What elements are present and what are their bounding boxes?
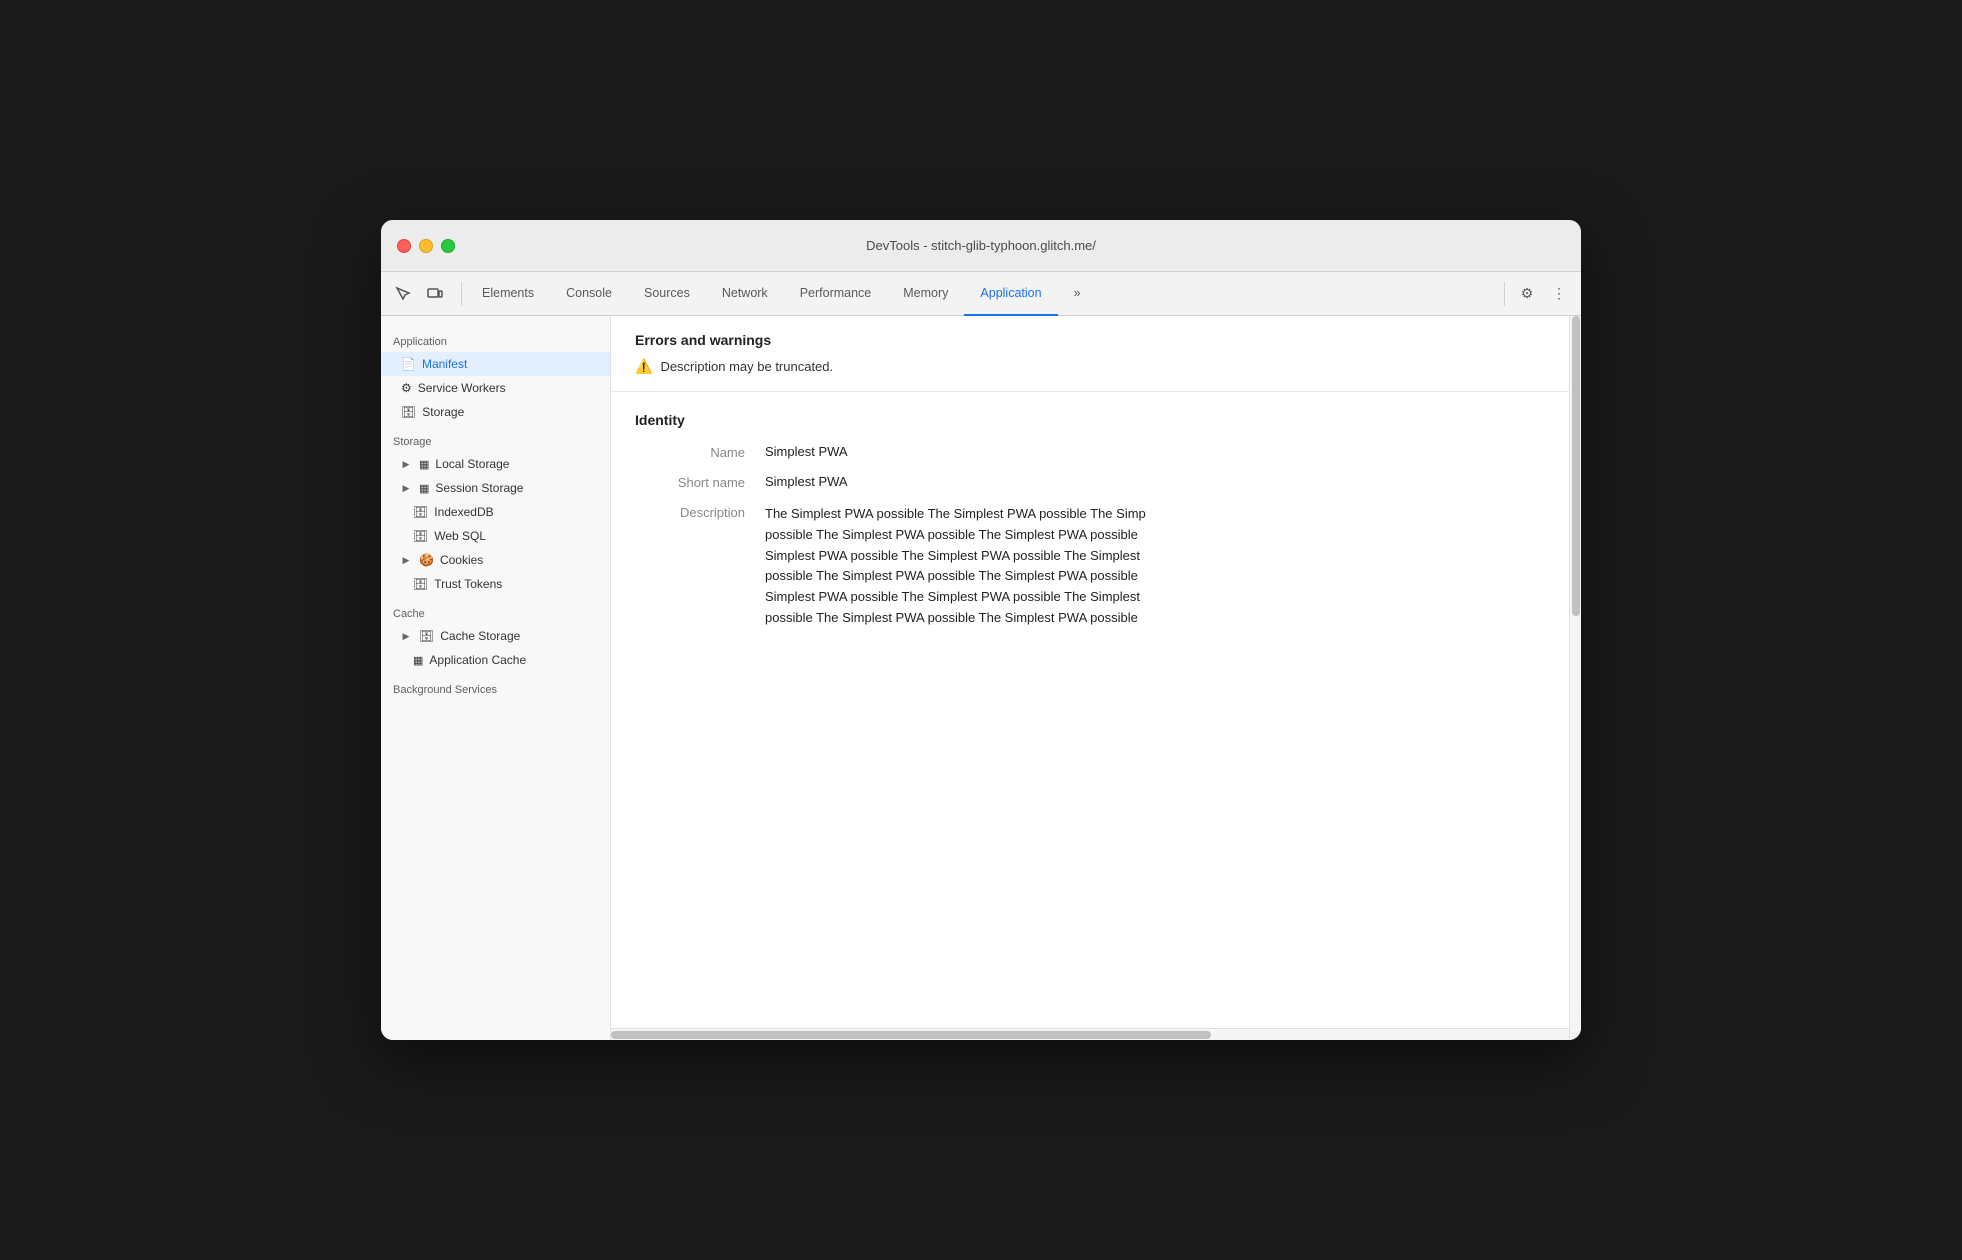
identity-row-description: Description The Simplest PWA possible Th… xyxy=(635,504,1545,629)
vertical-scrollbar[interactable] xyxy=(1569,316,1581,1040)
titlebar: DevTools - stitch-glib-typhoon.glitch.me… xyxy=(381,220,1581,272)
close-button[interactable] xyxy=(397,239,411,253)
horizontal-scrollbar[interactable] xyxy=(611,1028,1569,1040)
toolbar-divider xyxy=(461,282,462,306)
sidebar-section-storage: Storage xyxy=(381,424,610,452)
sidebar-item-application-cache[interactable]: ▦ Application Cache xyxy=(381,648,610,672)
desc-line4: possible The Simplest PWA possible The S… xyxy=(765,566,1545,587)
warning-text: Description may be truncated. xyxy=(660,359,833,374)
sidebar-item-cache-storage[interactable]: ▶ 🗄 Cache Storage xyxy=(381,624,610,648)
expand-icon-session-storage: ▶ xyxy=(401,483,411,493)
errors-title: Errors and warnings xyxy=(635,332,1545,348)
content-area: Errors and warnings ⚠️ Description may b… xyxy=(611,316,1581,1040)
cookies-icon: 🍪 xyxy=(419,553,434,567)
sidebar-item-label-application-cache: Application Cache xyxy=(429,653,526,667)
sidebar-item-label-web-sql: Web SQL xyxy=(434,529,486,543)
manifest-icon: 📄 xyxy=(401,357,416,371)
sidebar-item-label-trust-tokens: Trust Tokens xyxy=(434,577,502,591)
sidebar-item-service-workers[interactable]: ⚙ Service Workers xyxy=(381,376,610,400)
tab-memory[interactable]: Memory xyxy=(887,272,964,316)
desc-line6: possible The Simplest PWA possible The S… xyxy=(765,608,1545,629)
sidebar-item-label-indexeddb: IndexedDB xyxy=(434,505,493,519)
desc-line1: The Simplest PWA possible The Simplest P… xyxy=(765,504,1545,525)
settings-button[interactable]: ⚙ xyxy=(1513,280,1541,308)
sidebar-item-indexeddb[interactable]: 🗄 IndexedDB xyxy=(381,500,610,524)
sidebar-item-label-cache-storage: Cache Storage xyxy=(440,629,520,643)
toolbar-icons xyxy=(389,280,449,308)
minimize-button[interactable] xyxy=(419,239,433,253)
toolbar: Elements Console Sources Network Perform… xyxy=(381,272,1581,316)
sidebar-item-cookies[interactable]: ▶ 🍪 Cookies xyxy=(381,548,610,572)
sidebar-item-local-storage[interactable]: ▶ ▦ Local Storage xyxy=(381,452,610,476)
indexeddb-icon: 🗄 xyxy=(413,505,428,519)
toolbar-right: ⚙ ⋮ xyxy=(1500,280,1573,308)
short-name-value: Simplest PWA xyxy=(765,474,1545,490)
description-label: Description xyxy=(635,504,765,629)
maximize-button[interactable] xyxy=(441,239,455,253)
local-storage-icon: ▦ xyxy=(419,458,429,471)
device-toggle-icon[interactable] xyxy=(421,280,449,308)
more-options-button[interactable]: ⋮ xyxy=(1545,280,1573,308)
v-scrollbar-thumb xyxy=(1572,316,1580,616)
sidebar-section-background: Background Services xyxy=(381,672,610,700)
inspect-icon[interactable] xyxy=(389,280,417,308)
sidebar-section-cache: Cache xyxy=(381,596,610,624)
sidebar-item-label-cookies: Cookies xyxy=(440,553,483,567)
sidebar-section-application: Application xyxy=(381,324,610,352)
tabs: Elements Console Sources Network Perform… xyxy=(466,272,1500,316)
sidebar-item-label-storage-app: Storage xyxy=(422,405,464,419)
identity-section: Identity Name Simplest PWA Short name Si… xyxy=(611,392,1569,663)
tab-performance[interactable]: Performance xyxy=(784,272,888,316)
traffic-lights xyxy=(397,239,455,253)
web-sql-icon: 🗄 xyxy=(413,529,428,543)
h-scrollbar-thumb xyxy=(611,1031,1211,1039)
sidebar-item-storage-app[interactable]: 🗄 Storage xyxy=(381,400,610,424)
content-panel: Errors and warnings ⚠️ Description may b… xyxy=(611,316,1569,1040)
main-content: Application 📄 Manifest ⚙ Service Workers… xyxy=(381,316,1581,1040)
warning-icon: ⚠️ xyxy=(635,358,652,375)
tab-console[interactable]: Console xyxy=(550,272,628,316)
sidebar-item-manifest[interactable]: 📄 Manifest xyxy=(381,352,610,376)
cache-storage-icon: 🗄 xyxy=(419,629,434,643)
sidebar-item-trust-tokens[interactable]: 🗄 Trust Tokens xyxy=(381,572,610,596)
tab-network[interactable]: Network xyxy=(706,272,784,316)
trust-tokens-icon: 🗄 xyxy=(413,577,428,591)
expand-icon-local-storage: ▶ xyxy=(401,459,411,469)
warning-row: ⚠️ Description may be truncated. xyxy=(635,358,1545,375)
desc-line2: possible The Simplest PWA possible The S… xyxy=(765,525,1545,546)
sidebar: Application 📄 Manifest ⚙ Service Workers… xyxy=(381,316,611,1040)
tab-sources[interactable]: Sources xyxy=(628,272,706,316)
application-cache-icon: ▦ xyxy=(413,654,423,667)
sidebar-item-web-sql[interactable]: 🗄 Web SQL xyxy=(381,524,610,548)
devtools-window: DevTools - stitch-glib-typhoon.glitch.me… xyxy=(381,220,1581,1040)
toolbar-separator xyxy=(1504,282,1505,306)
window-title: DevTools - stitch-glib-typhoon.glitch.me… xyxy=(866,238,1096,253)
sidebar-item-label-session-storage: Session Storage xyxy=(435,481,523,495)
desc-line3: Simplest PWA possible The Simplest PWA p… xyxy=(765,546,1545,567)
tab-elements[interactable]: Elements xyxy=(466,272,550,316)
description-value: The Simplest PWA possible The Simplest P… xyxy=(765,504,1545,629)
identity-row-name: Name Simplest PWA xyxy=(635,444,1545,460)
expand-icon-cookies: ▶ xyxy=(401,555,411,565)
expand-icon-cache-storage: ▶ xyxy=(401,631,411,641)
name-label: Name xyxy=(635,444,765,460)
sidebar-item-session-storage[interactable]: ▶ ▦ Session Storage xyxy=(381,476,610,500)
content-scroll[interactable]: Errors and warnings ⚠️ Description may b… xyxy=(611,316,1569,1028)
tab-more[interactable]: » xyxy=(1058,272,1097,316)
service-workers-icon: ⚙ xyxy=(401,381,412,395)
short-name-label: Short name xyxy=(635,474,765,490)
sidebar-item-label-service-workers: Service Workers xyxy=(418,381,506,395)
storage-app-icon: 🗄 xyxy=(401,405,416,419)
sidebar-item-label-local-storage: Local Storage xyxy=(435,457,509,471)
sidebar-item-label-manifest: Manifest xyxy=(422,357,467,371)
tab-application[interactable]: Application xyxy=(964,272,1057,316)
desc-line5: Simplest PWA possible The Simplest PWA p… xyxy=(765,587,1545,608)
identity-row-short-name: Short name Simplest PWA xyxy=(635,474,1545,490)
name-value: Simplest PWA xyxy=(765,444,1545,460)
identity-title: Identity xyxy=(635,412,1545,428)
errors-section: Errors and warnings ⚠️ Description may b… xyxy=(611,316,1569,392)
session-storage-icon: ▦ xyxy=(419,482,429,495)
